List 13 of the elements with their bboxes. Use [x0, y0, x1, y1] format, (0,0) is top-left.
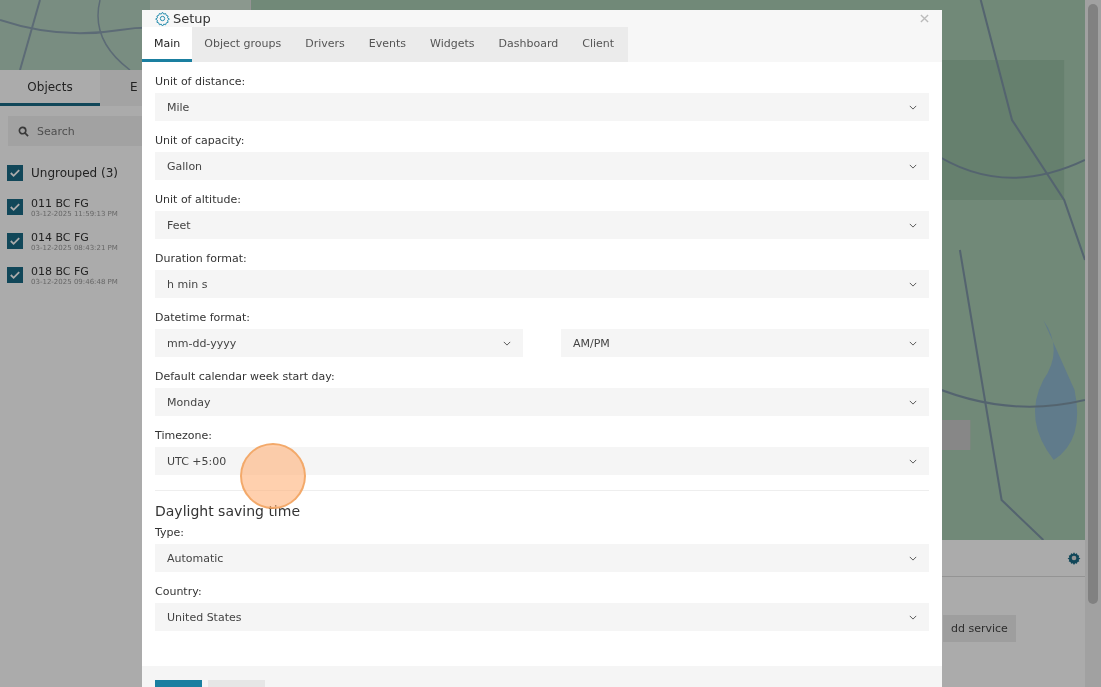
object-name: 018 BC FG	[31, 264, 90, 278]
field-label: Duration format:	[155, 252, 248, 265]
section-title: Daylight saving time	[155, 503, 301, 519]
object-name: 014 BC FG	[31, 230, 90, 244]
field-label: Unit of distance:	[155, 75, 247, 88]
group-label: Ungrouped (3)	[31, 166, 119, 180]
field-label: Datetime format:	[155, 311, 252, 324]
field-label: Country:	[155, 585, 203, 598]
field-label: Default calendar week start day:	[155, 370, 336, 383]
field-label: Timezone:	[155, 429, 213, 442]
field-label: Unit of altitude:	[155, 193, 242, 206]
field-label: Type:	[155, 526, 185, 539]
object-name: 011 BC FG	[31, 196, 90, 210]
